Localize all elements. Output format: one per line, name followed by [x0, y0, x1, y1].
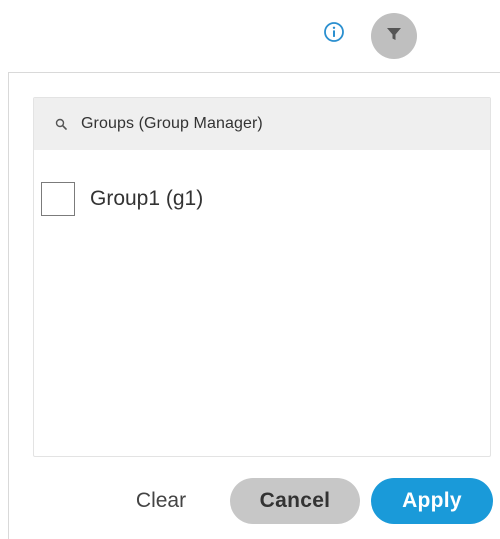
list-item-label: Group1 (g1): [90, 187, 204, 210]
filter-icon: [385, 25, 403, 48]
list-item-group1[interactable]: Group1 (g1): [41, 181, 203, 217]
clear-button[interactable]: Clear: [126, 481, 196, 521]
panel-footer: Clear Cancel Apply: [9, 453, 500, 539]
toolbar: [0, 0, 500, 72]
search-label: Groups (Group Manager): [81, 115, 263, 132]
group-search[interactable]: Groups (Group Manager): [34, 98, 490, 150]
filter-panel: Groups (Group Manager) Group1 (g1) Clear…: [8, 72, 500, 539]
cancel-button[interactable]: Cancel: [230, 478, 360, 524]
info-icon[interactable]: [322, 20, 346, 44]
search-icon: [54, 117, 68, 131]
apply-button[interactable]: Apply: [371, 478, 493, 524]
filter-button[interactable]: [371, 13, 417, 59]
group-list: Groups (Group Manager) Group1 (g1): [33, 97, 491, 457]
group1-checkbox[interactable]: [41, 182, 75, 216]
